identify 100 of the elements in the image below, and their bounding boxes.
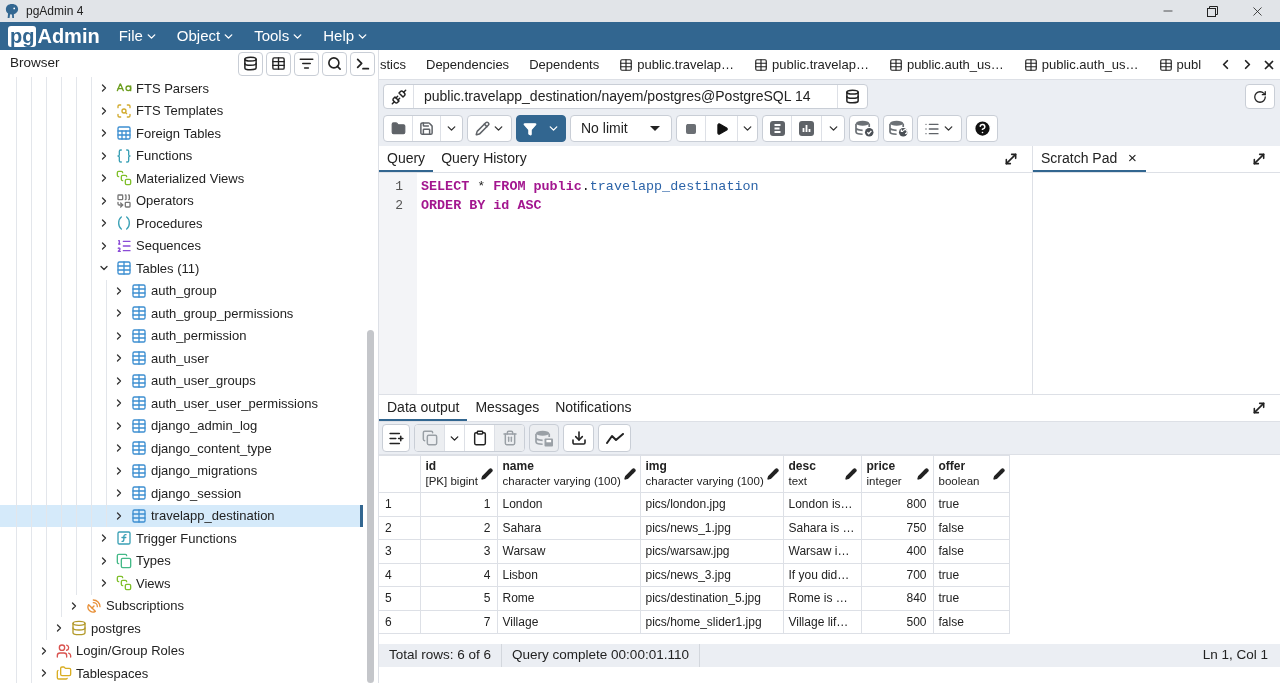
pencil-icon[interactable]	[916, 468, 929, 480]
tab[interactable]: Messages	[467, 395, 548, 421]
database-check-icon	[854, 120, 874, 137]
database-save-icon	[534, 429, 554, 447]
table-icon	[131, 485, 147, 502]
table-cell: 3	[420, 539, 497, 563]
tree-item[interactable]: postgres	[0, 617, 363, 640]
filtered-rows-button[interactable]	[294, 51, 319, 76]
psql-tool-button[interactable]	[350, 51, 375, 76]
tree-item[interactable]: Views	[0, 572, 363, 595]
tree-item[interactable]: Tablespaces	[0, 662, 363, 683]
tree-item[interactable]: auth_group_permissions	[0, 302, 363, 325]
tree-item[interactable]: auth_group	[0, 279, 363, 302]
row-number[interactable]: 6	[379, 610, 420, 634]
table-cell: Lisbon	[497, 563, 640, 587]
pencil-icon[interactable]	[480, 468, 493, 480]
expand-icon	[1251, 400, 1267, 416]
row-number[interactable]: 5	[379, 586, 420, 610]
tree-item[interactable]: auth_user	[0, 347, 363, 370]
tree-item[interactable]: Subscriptions	[0, 594, 363, 617]
column-name: desc	[788, 459, 816, 474]
tab[interactable]: stics	[379, 50, 416, 79]
restore-icon	[1207, 5, 1218, 17]
overlapping-squares-icon	[116, 552, 132, 569]
scrollbar-thumb[interactable]	[367, 330, 374, 683]
tree-item[interactable]: FTS Templates	[0, 99, 363, 122]
tree-item[interactable]: django_session	[0, 482, 363, 505]
folder-icon	[390, 121, 406, 136]
pencil-icon[interactable]	[992, 468, 1005, 480]
graph-button[interactable]	[598, 424, 631, 452]
tree-item[interactable]: django_admin_log	[0, 414, 363, 437]
menu-item[interactable]: File	[113, 24, 163, 48]
tree-item[interactable]: Functions	[0, 144, 363, 167]
table-cell: 500	[861, 610, 933, 634]
pencil-icon[interactable]	[844, 468, 857, 480]
tab[interactable]: public.travelap…	[609, 50, 745, 79]
help-icon	[972, 119, 992, 138]
folders-icon	[56, 665, 72, 682]
unplug-icon	[390, 88, 407, 105]
add-row-button[interactable]	[382, 424, 410, 452]
pencil-icon	[474, 121, 490, 136]
tab[interactable]: Dependencies	[416, 50, 520, 79]
rollback-button[interactable]	[883, 115, 913, 142]
menu-item[interactable]: Object	[171, 24, 241, 48]
tree-item[interactable]: auth_permission	[0, 324, 363, 347]
filter-list-icon	[299, 56, 314, 71]
tab[interactable]: publ	[1148, 50, 1212, 79]
refresh-button[interactable]	[1245, 84, 1275, 109]
query-tool-button[interactable]	[238, 51, 263, 76]
tree-item[interactable]: Login/Group Roles	[0, 639, 363, 662]
tree-item[interactable]: Tables (11)	[0, 257, 363, 280]
row-number[interactable]: 2	[379, 516, 420, 540]
menu-item[interactable]: Help	[318, 24, 375, 48]
column-type: [PK] bigint	[425, 474, 478, 489]
download-icon	[570, 430, 587, 446]
tree-item[interactable]: Types	[0, 549, 363, 572]
tab[interactable]: public.travelap…	[744, 50, 879, 79]
download-button[interactable]	[563, 424, 594, 452]
tree-item[interactable]: FTS Parsers	[0, 77, 363, 100]
view-data-button[interactable]	[266, 51, 291, 76]
tree-item[interactable]: Sequences	[0, 234, 363, 257]
search-button[interactable]	[322, 51, 347, 76]
tree-item[interactable]: auth_user_groups	[0, 369, 363, 392]
tree-item[interactable]: django_content_type	[0, 437, 363, 460]
tab[interactable]: public.auth_us…	[1013, 50, 1149, 79]
tree-item[interactable]: auth_user_user_permissions	[0, 392, 363, 415]
tab[interactable]: Dependents	[519, 50, 610, 79]
row-limit-select[interactable]: No limit	[570, 115, 672, 142]
tree-item[interactable]: Materialized Views	[0, 167, 363, 190]
tab[interactable]: public.auth_us…	[878, 50, 1014, 79]
help-button[interactable]	[966, 115, 998, 142]
pencil-icon[interactable]	[766, 468, 779, 480]
table-icon	[271, 56, 286, 71]
tab[interactable]: Notifications	[547, 395, 640, 421]
connection-field[interactable]: public.travelapp_destination/nayem/postgres@PostgreSQL 14	[413, 85, 837, 108]
tree-item[interactable]: travelapp_destination	[0, 504, 363, 527]
expand-icon	[1003, 151, 1019, 167]
row-number[interactable]: 4	[379, 563, 420, 587]
tree-item[interactable]: django_migrations	[0, 459, 363, 482]
tab[interactable]: Query History	[433, 146, 535, 172]
column-type: boolean	[938, 474, 980, 489]
database-icon	[71, 620, 87, 637]
edit-button[interactable]	[467, 115, 512, 142]
menu-item[interactable]: Tools	[249, 24, 310, 48]
tree-item[interactable]: Operators	[0, 189, 363, 212]
table-cell: Warsaw i…	[783, 539, 861, 563]
tab[interactable]: Scratch Pad	[1033, 146, 1146, 172]
row-number[interactable]: 1	[379, 492, 420, 516]
row-number[interactable]: 3	[379, 539, 420, 563]
commit-button[interactable]	[849, 115, 879, 142]
code-editor[interactable]: SELECT * FROM public.travelapp_destination ORDER BY id ASC	[417, 173, 1032, 394]
tree-item[interactable]: Trigger Functions	[0, 527, 363, 550]
pencil-icon[interactable]	[623, 468, 636, 480]
bar-chart-tile-icon	[799, 121, 814, 136]
macros-button[interactable]	[917, 115, 962, 142]
table-cell: pics/news_1.jpg	[640, 516, 783, 540]
tree-item[interactable]: Procedures	[0, 212, 363, 235]
table-cell: pics/news_3.jpg	[640, 563, 783, 587]
tree-item[interactable]: Foreign Tables	[0, 122, 363, 145]
table-icon	[131, 440, 147, 457]
